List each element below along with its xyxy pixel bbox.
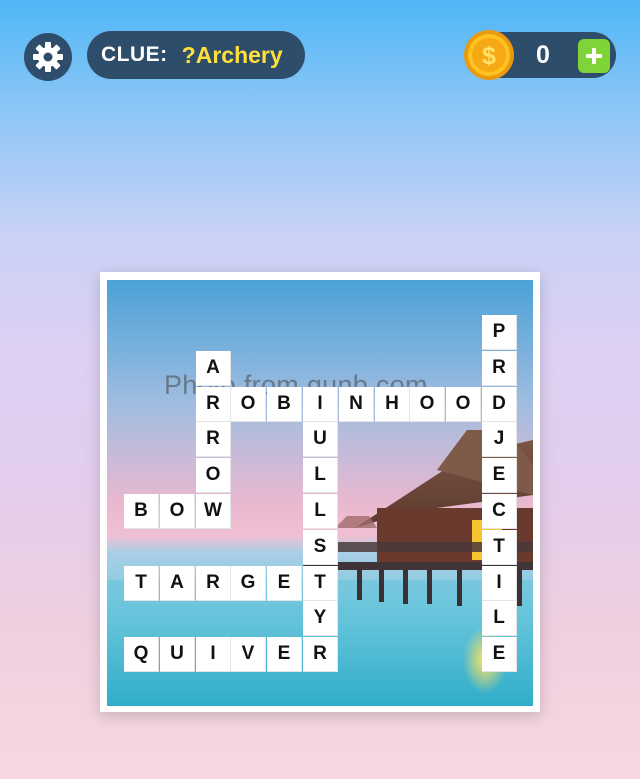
letter-tile[interactable]: L bbox=[482, 601, 517, 636]
coin-count: 0 bbox=[536, 41, 550, 69]
letter-tile[interactable]: I bbox=[482, 566, 517, 601]
letter-tile[interactable]: C bbox=[482, 494, 517, 529]
letter-tile[interactable]: R bbox=[196, 566, 231, 601]
letter-tile[interactable]: O bbox=[160, 494, 195, 529]
plus-icon bbox=[586, 48, 602, 64]
letter-tile[interactable]: L bbox=[303, 494, 338, 529]
letter-tile[interactable]: T bbox=[124, 566, 159, 601]
svg-text:$: $ bbox=[482, 42, 496, 70]
letter-tile[interactable]: R bbox=[196, 387, 231, 422]
letter-tile[interactable]: Q bbox=[124, 637, 159, 672]
letter-tile[interactable]: H bbox=[375, 387, 410, 422]
settings-button[interactable] bbox=[24, 33, 72, 81]
letter-tile[interactable]: U bbox=[303, 422, 338, 457]
letter-tile[interactable]: S bbox=[303, 530, 338, 565]
letter-tile[interactable]: E bbox=[267, 637, 302, 672]
letter-tile[interactable]: T bbox=[482, 530, 517, 565]
letter-tile[interactable]: E bbox=[482, 458, 517, 493]
letter-tile[interactable]: O bbox=[410, 387, 445, 422]
letter-tile[interactable]: V bbox=[231, 637, 266, 672]
letter-tile[interactable]: O bbox=[196, 458, 231, 493]
letter-tile[interactable]: O bbox=[231, 387, 266, 422]
letter-tile[interactable]: E bbox=[482, 637, 517, 672]
gear-icon bbox=[33, 42, 63, 72]
letter-tile[interactable]: U bbox=[160, 637, 195, 672]
letter-tile[interactable]: B bbox=[124, 494, 159, 529]
letter-tile[interactable]: O bbox=[446, 387, 481, 422]
clue-text: ?Archery bbox=[181, 41, 283, 68]
add-coins-button[interactable] bbox=[578, 39, 610, 73]
letter-tile[interactable]: W bbox=[196, 494, 231, 529]
letter-tile[interactable]: R bbox=[196, 422, 231, 457]
letter-tile[interactable]: E bbox=[267, 566, 302, 601]
letter-tile[interactable]: D bbox=[482, 387, 517, 422]
letter-tile[interactable]: R bbox=[303, 637, 338, 672]
letter-tile[interactable]: J bbox=[482, 422, 517, 457]
letter-tile[interactable]: I bbox=[196, 637, 231, 672]
letter-tile[interactable]: B bbox=[267, 387, 302, 422]
letter-tile[interactable]: G bbox=[231, 566, 266, 601]
letter-tile[interactable]: R bbox=[482, 351, 517, 386]
letter-tile[interactable]: A bbox=[160, 566, 195, 601]
clue-banner: CLUE: ?Archery bbox=[87, 31, 305, 79]
letter-tile[interactable]: I bbox=[303, 387, 338, 422]
letter-tile[interactable]: T bbox=[303, 566, 338, 601]
clue-label: CLUE: bbox=[101, 43, 168, 66]
letter-tile[interactable]: A bbox=[196, 351, 231, 386]
gold-coin-icon: $ bbox=[464, 30, 514, 80]
letter-tile[interactable]: L bbox=[303, 458, 338, 493]
letter-tile[interactable]: Y bbox=[303, 601, 338, 636]
letter-tile[interactable]: N bbox=[339, 387, 374, 422]
letter-tile[interactable]: P bbox=[482, 315, 517, 350]
